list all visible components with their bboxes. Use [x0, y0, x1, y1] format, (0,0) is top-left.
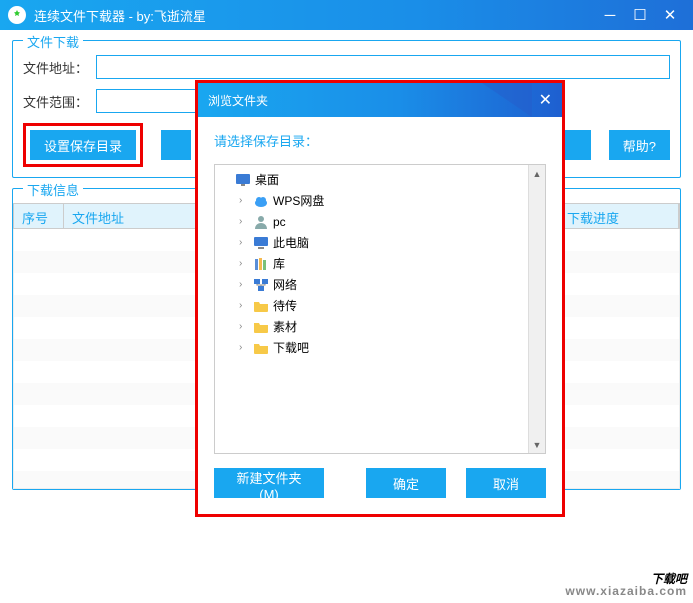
url-input[interactable] [96, 55, 670, 79]
col-seq-header[interactable]: 序号 [14, 204, 64, 228]
watermark: 下载吧 www.xiazaiba.com [565, 573, 687, 597]
tree-item[interactable]: › 网络 [237, 274, 541, 295]
tree-item-label: 库 [273, 255, 285, 272]
tree-item-label: 待传 [273, 297, 297, 314]
tree-desktop[interactable]: 桌面 [219, 169, 541, 190]
info-group-title: 下载信息 [23, 180, 83, 199]
help-button[interactable]: 帮助? [609, 130, 670, 160]
maximize-button[interactable]: ☐ [625, 0, 655, 30]
window-titlebar: 连续文件下载器 - by:飞逝流星 ─ ☐ ✕ [0, 0, 693, 30]
tree-item[interactable]: › 此电脑 [237, 232, 541, 253]
tree-item-label: 素材 [273, 318, 297, 335]
expand-icon[interactable]: › [239, 279, 253, 290]
tree-item-label: 下载吧 [273, 339, 309, 356]
new-folder-button[interactable]: 新建文件夹(M) [214, 468, 324, 498]
dialog-title: 浏览文件夹 [208, 92, 268, 109]
tree-item[interactable]: › pc [237, 211, 541, 232]
tree-item[interactable]: › 下载吧 [237, 337, 541, 358]
tree-item[interactable]: › 待传 [237, 295, 541, 316]
minimize-button[interactable]: ─ [595, 0, 625, 30]
lib-icon [253, 256, 269, 272]
url-label: 文件地址： [23, 58, 88, 77]
expand-icon[interactable]: › [239, 300, 253, 311]
expand-icon[interactable]: › [239, 321, 253, 332]
expand-icon[interactable]: › [239, 237, 253, 248]
scroll-up-icon[interactable]: ▲ [529, 165, 545, 182]
scroll-down-icon[interactable]: ▼ [529, 436, 545, 453]
tree-item[interactable]: › 素材 [237, 316, 541, 337]
tree-item-label: pc [273, 215, 286, 229]
expand-icon[interactable]: › [239, 258, 253, 269]
cancel-button[interactable]: 取消 [466, 468, 546, 498]
set-save-dir-button[interactable]: 设置保存目录 [30, 130, 136, 160]
window-title: 连续文件下载器 - by:飞逝流星 [34, 6, 595, 25]
window-controls: ─ ☐ ✕ [595, 0, 685, 30]
tree-item[interactable]: › WPS网盘 [237, 190, 541, 211]
dialog-prompt: 请选择保存目录： [214, 131, 546, 150]
tree-item[interactable]: ›库 [237, 253, 541, 274]
cloud-icon [253, 193, 269, 209]
set-save-dir-highlight: 设置保存目录 [23, 123, 143, 167]
folder-icon [253, 319, 269, 335]
tree-item-label: WPS网盘 [273, 192, 324, 209]
tree-item-label: 网络 [273, 276, 297, 293]
user-icon [253, 214, 269, 230]
pc-icon [253, 235, 269, 251]
tree-item-label: 桌面 [255, 171, 279, 188]
folder-tree[interactable]: 桌面 ›WPS网盘›pc›此电脑›库›网络›待传›素材›下载吧 ▲ ▼ [214, 164, 546, 454]
dialog-titlebar: 浏览文件夹 ✕ [198, 83, 562, 117]
desktop-icon [235, 172, 251, 188]
col-progress-header[interactable]: 下载进度 [559, 204, 679, 228]
folder-icon [253, 298, 269, 314]
expand-icon[interactable]: › [239, 216, 253, 227]
range-label: 文件范围： [23, 92, 88, 111]
app-icon [8, 6, 26, 24]
dialog-close-button[interactable]: ✕ [539, 90, 552, 110]
close-button[interactable]: ✕ [655, 0, 685, 30]
hidden-button-2[interactable] [561, 130, 591, 160]
tree-item-label: 此电脑 [273, 234, 309, 251]
hidden-button-1[interactable] [161, 130, 191, 160]
browse-folder-dialog: 浏览文件夹 ✕ 请选择保存目录： 桌面 ›WPS网盘›pc›此电脑›库›网络›待… [195, 80, 565, 517]
tree-scrollbar[interactable]: ▲ ▼ [528, 165, 545, 453]
range-input[interactable] [96, 89, 206, 113]
titlebar-decoration [482, 83, 532, 117]
net-icon [253, 277, 269, 293]
watermark-url: www.xiazaiba.com [565, 585, 687, 597]
expand-icon[interactable]: › [239, 342, 253, 353]
folder-icon [253, 340, 269, 356]
expand-icon[interactable]: › [239, 195, 253, 206]
ok-button[interactable]: 确定 [366, 468, 446, 498]
download-group-title: 文件下载 [23, 32, 83, 51]
